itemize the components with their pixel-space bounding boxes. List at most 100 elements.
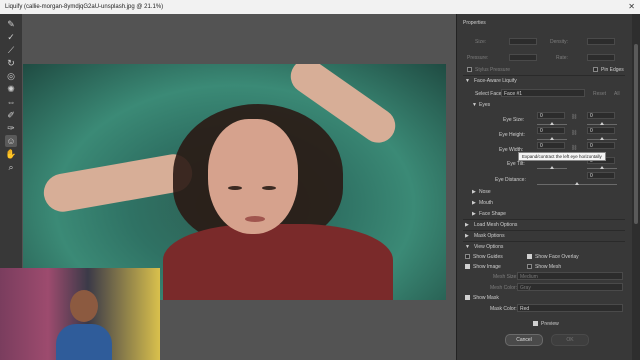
eye-distance-field[interactable]: 0 xyxy=(587,172,615,179)
preview-checkbox[interactable] xyxy=(533,321,538,326)
eyes-expand-icon[interactable]: ▼ xyxy=(472,102,477,108)
eye-size-left-knob[interactable] xyxy=(550,122,554,125)
face-tool-icon[interactable]: ☺ xyxy=(5,135,17,147)
window-title: Liquify (callie-morgan-8ymdjqG2aU-unspla… xyxy=(5,4,164,10)
stylus-pressure-checkbox[interactable] xyxy=(467,67,472,72)
webcam-overlay xyxy=(0,268,160,360)
eye-width-left-field[interactable]: 0 xyxy=(537,142,565,149)
eye-height-left-knob[interactable] xyxy=(550,137,554,140)
face-aware-header: Face-Aware Liquify xyxy=(474,78,517,84)
pin-edges-checkbox[interactable] xyxy=(593,67,598,72)
eye-size-left-field[interactable]: 0 xyxy=(537,112,565,119)
eye-size-right-knob[interactable] xyxy=(600,122,604,125)
expand-down-icon: ▼ xyxy=(465,78,470,84)
brush-size-field[interactable] xyxy=(509,38,537,45)
eye-width-right-value: 0 xyxy=(590,143,593,149)
eyes-header: Eyes xyxy=(479,102,491,108)
face-shape-section[interactable]: Face Shape xyxy=(479,211,506,217)
mask-options-section[interactable]: ▶ Mask Options xyxy=(463,230,625,240)
brush-density-label: Density: xyxy=(550,39,569,45)
reconstruct-tool-icon[interactable]: ✓ xyxy=(5,31,17,43)
close-icon[interactable]: ✕ xyxy=(628,0,635,14)
mask-color-dropdown[interactable]: Red xyxy=(517,304,623,312)
image-arm-left xyxy=(40,151,196,215)
forward-warp-tool-icon[interactable]: ✎ xyxy=(5,18,17,30)
eye-height-left-field[interactable]: 0 xyxy=(537,127,565,134)
mesh-size-label: Mesh Size: xyxy=(493,274,518,280)
eye-height-right-field[interactable]: 0 xyxy=(587,127,615,134)
show-mask-label: Show Mask xyxy=(473,295,499,301)
nose-section[interactable]: Nose xyxy=(479,189,491,195)
all-button[interactable]: All xyxy=(614,91,620,97)
brush-density-field[interactable] xyxy=(587,38,615,45)
mesh-size-value: Medium xyxy=(520,274,538,280)
twirl-tool-icon[interactable]: ↻ xyxy=(5,57,17,69)
ok-button[interactable]: OK xyxy=(551,334,589,346)
eye-height-right-knob[interactable] xyxy=(600,137,604,140)
eye-height-label: Eye Height: xyxy=(499,132,525,138)
eye-distance-knob[interactable] xyxy=(575,182,579,185)
eye-distance-label: Eye Distance: xyxy=(495,177,526,183)
link-icon[interactable]: ⛓ xyxy=(571,145,577,151)
properties-panel: Properties Size: Density: Pressure: Rate… xyxy=(456,14,633,360)
face-aware-section[interactable]: ▼ Face-Aware Liquify xyxy=(463,75,625,85)
show-guides-label: Show Guides xyxy=(473,254,503,260)
view-options-section[interactable]: ▼ View Options xyxy=(463,241,625,251)
reset-button[interactable]: Reset xyxy=(593,91,606,97)
face-shape-expand-icon[interactable]: ▶ xyxy=(472,211,476,217)
brush-rate-field[interactable] xyxy=(587,54,615,61)
brush-pressure-field[interactable] xyxy=(509,54,537,61)
view-options-header: View Options xyxy=(474,244,504,250)
stylus-pressure-label: Stylus Pressure xyxy=(475,67,511,73)
brush-rate-label: Rate: xyxy=(556,55,568,61)
show-mesh-checkbox[interactable] xyxy=(527,264,532,269)
show-mask-checkbox[interactable] xyxy=(465,295,470,300)
show-image-label: Show Image xyxy=(473,264,501,270)
panel-scrollbar[interactable] xyxy=(632,14,640,360)
load-mesh-section[interactable]: ▶ Load Mesh Options xyxy=(463,219,625,229)
image-left-eye xyxy=(228,186,242,190)
nose-expand-icon[interactable]: ▶ xyxy=(472,189,476,195)
preview-label: Preview xyxy=(541,321,559,327)
mesh-color-dropdown[interactable]: Gray xyxy=(517,283,623,291)
pin-edges-label: Pin Edges xyxy=(601,67,624,73)
eye-height-right-value: 0 xyxy=(590,128,593,134)
scrollbar-thumb[interactable] xyxy=(634,44,638,224)
presenter xyxy=(56,290,112,360)
eye-size-right-value: 0 xyxy=(590,113,593,119)
eye-tilt-left-knob[interactable] xyxy=(550,166,554,169)
pucker-tool-icon[interactable]: ◎ xyxy=(5,70,17,82)
link-icon[interactable]: ⛓ xyxy=(571,114,577,120)
brush-pressure-label: Pressure: xyxy=(467,55,489,61)
mouth-section[interactable]: Mouth xyxy=(479,200,493,206)
select-face-value: Face #1 xyxy=(504,91,523,97)
eye-size-right-field[interactable]: 0 xyxy=(587,112,615,119)
image-preview[interactable] xyxy=(23,64,446,300)
mesh-size-dropdown[interactable]: Medium xyxy=(517,272,623,280)
freeze-mask-tool-icon[interactable]: ✐ xyxy=(5,109,17,121)
show-guides-checkbox[interactable] xyxy=(465,254,470,259)
bloat-tool-icon[interactable]: ✺ xyxy=(5,83,17,95)
eye-size-left-value: 0 xyxy=(540,113,543,119)
image-right-eye xyxy=(262,186,276,190)
mask-color-label: Mask Color: xyxy=(490,306,517,312)
eye-width-tooltip: Expand/contract the left eye horizontall… xyxy=(518,152,606,161)
hand-tool-icon[interactable]: ✋ xyxy=(5,148,17,160)
thaw-mask-tool-icon[interactable]: ✑ xyxy=(5,122,17,134)
zoom-tool-icon[interactable]: ⌕ xyxy=(5,161,17,173)
eye-tilt-right-knob[interactable] xyxy=(600,166,604,169)
push-left-tool-icon[interactable]: ⇔ xyxy=(5,96,17,108)
select-face-dropdown[interactable]: Face #1 xyxy=(501,89,585,97)
eye-width-right-field[interactable]: 0 xyxy=(587,142,615,149)
mask-color-value: Red xyxy=(520,306,530,312)
mesh-color-value: Gray xyxy=(520,285,531,291)
show-image-checkbox[interactable] xyxy=(465,264,470,269)
brush-size-label: Size: xyxy=(475,39,487,45)
window-titlebar: Liquify (callie-morgan-8ymdjqG2aU-unspla… xyxy=(0,0,640,14)
cancel-button[interactable]: Cancel xyxy=(505,334,543,346)
eye-distance-value: 0 xyxy=(590,173,593,179)
smooth-tool-icon[interactable]: ⟋ xyxy=(5,44,17,56)
mouth-expand-icon[interactable]: ▶ xyxy=(472,200,476,206)
show-face-overlay-checkbox[interactable] xyxy=(527,254,532,259)
link-icon[interactable]: ⛓ xyxy=(571,130,577,136)
